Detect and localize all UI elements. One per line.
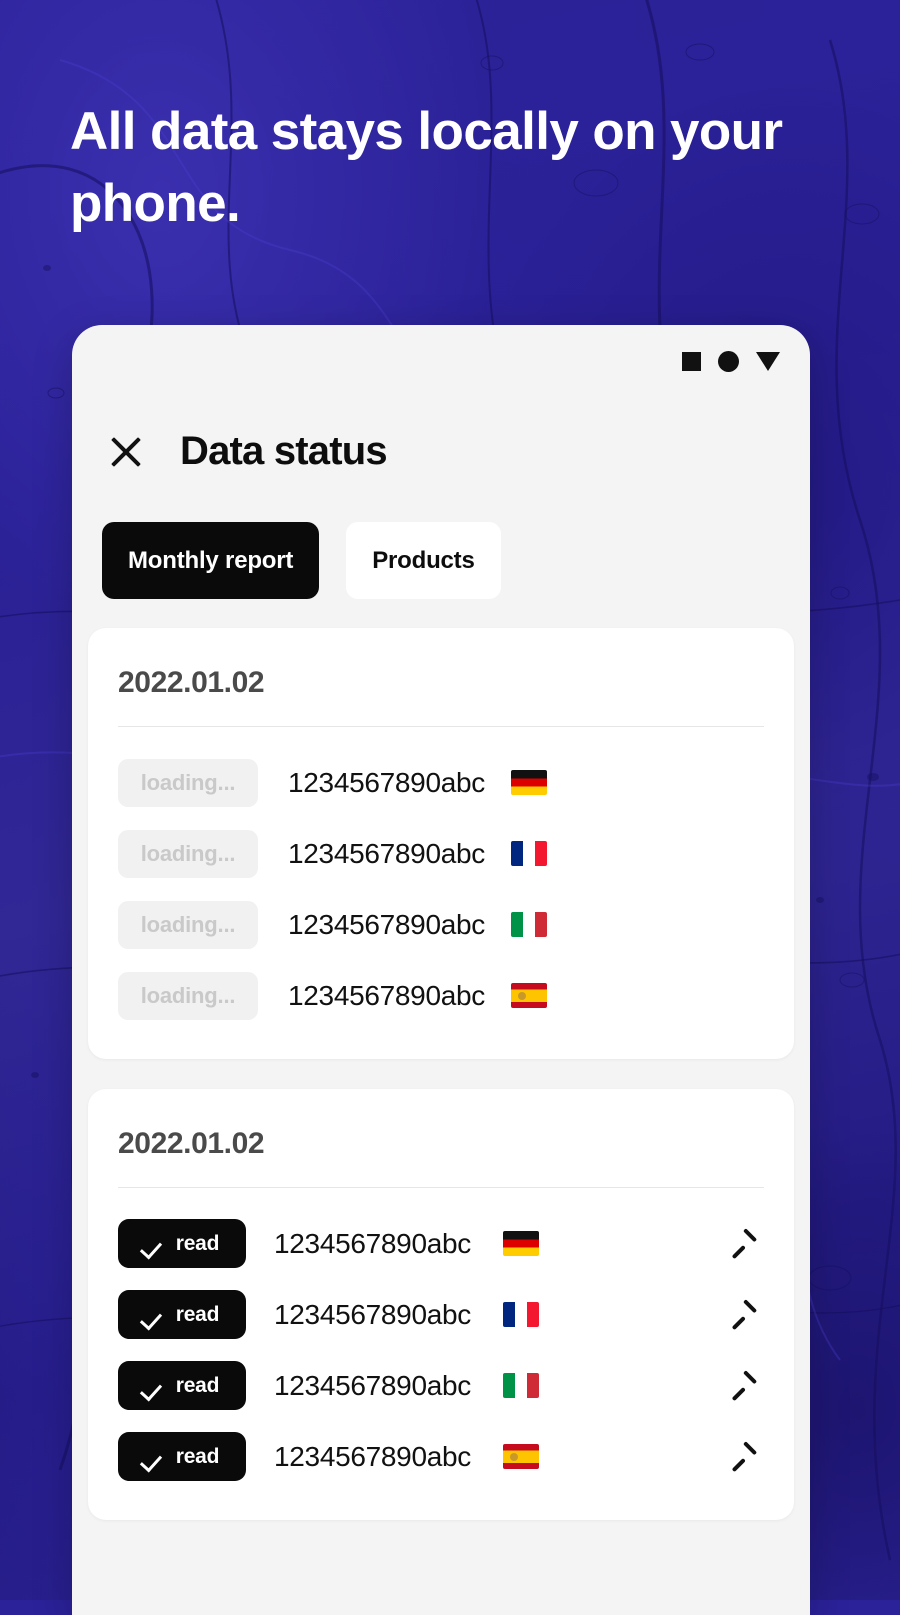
item-code: 1234567890abc: [288, 766, 485, 798]
status-badge-loading: loading...: [118, 971, 258, 1020]
status-badge-loading: loading...: [118, 900, 258, 949]
table-row[interactable]: read 1234567890abc: [118, 1350, 764, 1421]
status-badge-read: read: [118, 1219, 246, 1268]
flag-fr-icon: [510, 841, 547, 866]
chevron-right-icon[interactable]: [734, 1371, 764, 1401]
flag-de-icon: [502, 1231, 539, 1256]
item-code: 1234567890abc: [274, 1227, 471, 1259]
spain-coat-of-arms-icon: [517, 992, 526, 1000]
table-row[interactable]: read 1234567890abc: [118, 1421, 764, 1492]
item-code: 1234567890abc: [274, 1440, 471, 1472]
table-row: loading... 1234567890abc: [118, 747, 764, 818]
card-date: 2022.01.02: [118, 1127, 265, 1160]
flag-it-icon: [502, 1373, 539, 1398]
app-header: Data status: [104, 429, 778, 474]
check-icon: [145, 1450, 165, 1464]
tab-monthly-report[interactable]: Monthly report: [102, 522, 320, 599]
status-badge-loading: loading...: [118, 758, 258, 807]
triangle-down-icon: [756, 351, 780, 371]
table-row[interactable]: read 1234567890abc: [118, 1279, 764, 1350]
table-row[interactable]: read 1234567890abc: [118, 1208, 764, 1279]
check-icon: [145, 1308, 165, 1322]
close-icon[interactable]: [104, 430, 148, 474]
chevron-right-icon[interactable]: [734, 1229, 764, 1259]
item-code: 1234567890abc: [288, 979, 485, 1011]
item-code: 1234567890abc: [274, 1369, 471, 1401]
table-row: loading... 1234567890abc: [118, 960, 764, 1031]
phone-mockup: Data status Monthly report Products 2022…: [72, 325, 810, 1615]
status-badge-read: read: [118, 1432, 246, 1481]
table-row: loading... 1234567890abc: [118, 818, 764, 889]
card-date: 2022.01.02: [118, 666, 265, 699]
square-icon: [682, 351, 701, 371]
status-badge-label: read: [175, 1444, 220, 1468]
flag-es-icon: [510, 983, 547, 1008]
chevron-right-icon[interactable]: [734, 1300, 764, 1330]
status-badge-read: read: [118, 1290, 246, 1339]
status-badge-label: read: [175, 1373, 220, 1397]
tab-bar: Monthly report Products: [102, 522, 501, 599]
table-row: loading... 1234567890abc: [118, 889, 764, 960]
spain-coat-of-arms-icon: [509, 1453, 518, 1461]
tab-products[interactable]: Products: [346, 522, 501, 599]
card-list: 2022.01.02 loading... 1234567890abc loading…: [88, 628, 794, 1615]
item-code: 1234567890abc: [288, 837, 485, 869]
circle-icon: [718, 350, 739, 372]
flag-it-icon: [510, 912, 547, 937]
check-icon: [145, 1237, 165, 1251]
status-badge-label: read: [175, 1302, 220, 1326]
status-badge-read: read: [118, 1361, 246, 1410]
report-card: 2022.01.02 loading... 1234567890abc loading…: [88, 628, 794, 1059]
page-headline: All data stays locally on your phone.: [70, 102, 783, 234]
row-list: read 1234567890abc read 1234567890abc read 12…: [118, 1188, 764, 1520]
flag-es-icon: [502, 1444, 539, 1469]
flag-fr-icon: [502, 1302, 539, 1327]
report-card: 2022.01.02 read 1234567890abc read 123456789…: [88, 1089, 794, 1520]
check-icon: [145, 1379, 165, 1393]
page-title: Data status: [180, 429, 388, 473]
chevron-right-icon[interactable]: [734, 1442, 764, 1472]
status-badge-loading: loading...: [118, 829, 258, 878]
item-code: 1234567890abc: [288, 908, 485, 940]
flag-de-icon: [510, 770, 547, 795]
item-code: 1234567890abc: [274, 1298, 471, 1330]
status-badge-label: read: [175, 1231, 220, 1255]
row-list: loading... 1234567890abc loading... 1234567…: [118, 727, 764, 1059]
status-bar: [72, 325, 810, 397]
